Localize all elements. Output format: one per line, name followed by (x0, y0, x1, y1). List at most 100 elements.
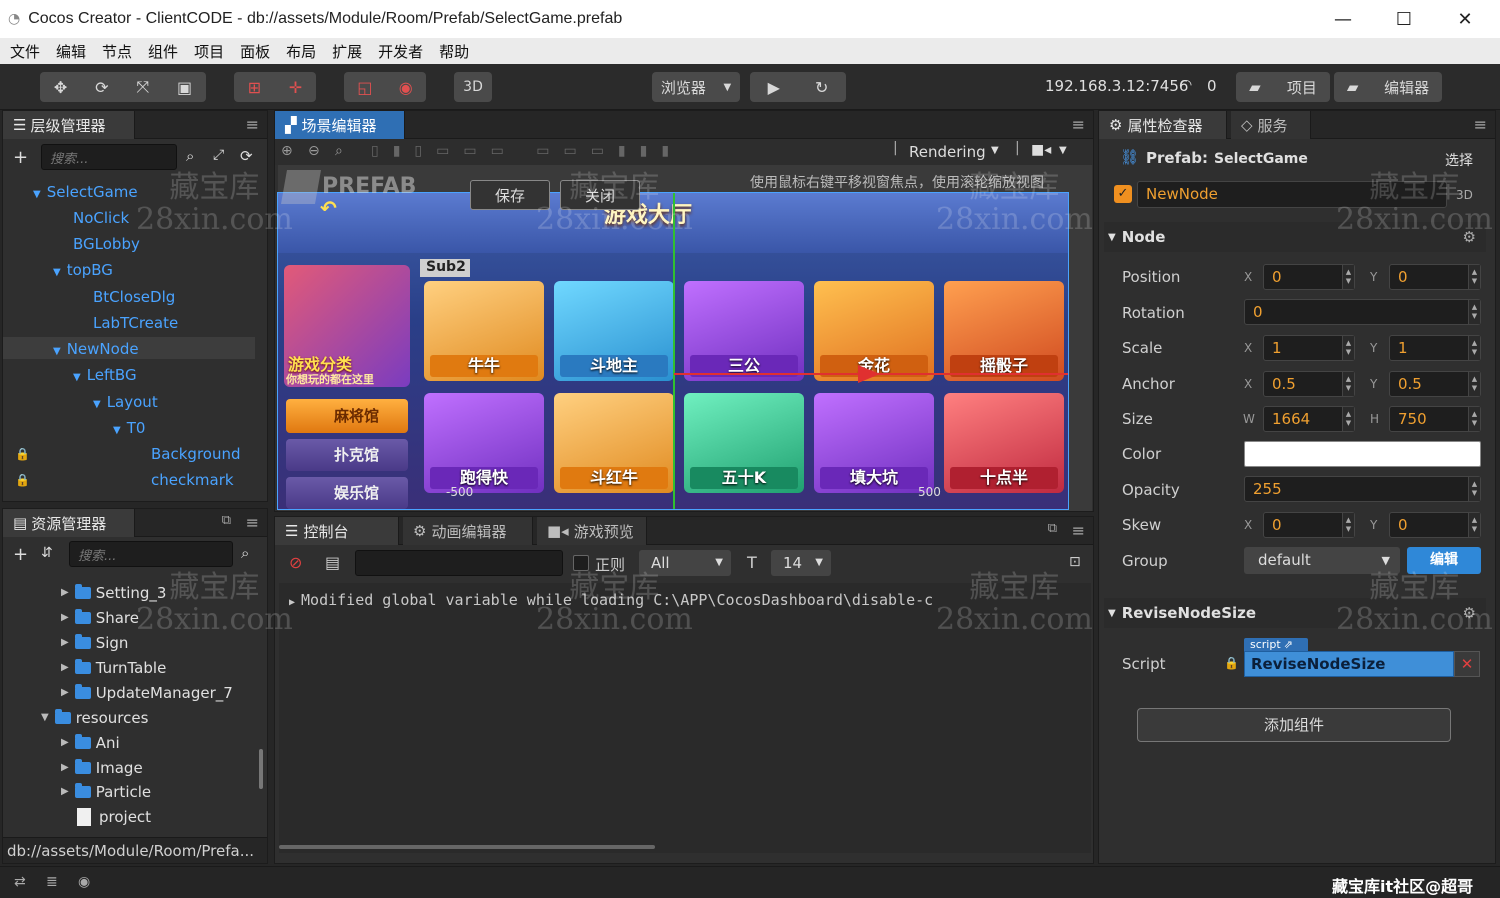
asset-folder[interactable]: ▶ Setting_3 (61, 581, 166, 605)
align-tools-icon[interactable]: ▯▮▯▭▭▭ ▭▭▭▮▮▮ (371, 143, 683, 159)
log-level-select[interactable]: All ▼ (639, 550, 731, 576)
add-node-button[interactable]: + (13, 147, 28, 168)
hierarchy-search-input[interactable]: 搜索... (41, 144, 177, 170)
console-h-scrollbar[interactable] (279, 845, 655, 849)
play-icon[interactable]: ▶ (768, 78, 780, 97)
tree-node[interactable]: ▼ SelectGame (33, 181, 138, 203)
zoom-reset-icon[interactable]: ⌕ (335, 143, 343, 159)
position-y-input[interactable]: 0 ▲ ▼ (1389, 264, 1481, 290)
tree-node[interactable]: ▼ T0 (113, 417, 145, 439)
open-log-icon[interactable]: ▤ (325, 553, 340, 572)
zoom-out-icon[interactable]: ⊖ (308, 143, 320, 159)
popout-icon[interactable]: ⧉ (1048, 521, 1057, 536)
open-project-button[interactable]: ▰ 项目 (1236, 72, 1330, 102)
badge-3d[interactable]: 3D (1456, 188, 1473, 202)
close-window-button[interactable]: ✕ (1435, 0, 1495, 38)
asset-folder[interactable]: ▼ resources (41, 706, 148, 730)
add-component-button[interactable]: 添加组件 (1137, 708, 1451, 742)
remove-script-button[interactable]: ✕ (1454, 651, 1480, 677)
tab-services[interactable]: ◇ 服务 (1231, 111, 1311, 139)
opacity-input[interactable]: 255 ▲ ▼ (1244, 476, 1481, 502)
panel-menu-icon[interactable]: ≡ (1072, 115, 1085, 134)
tab-animation[interactable]: ⚙ 动画编辑器 (403, 517, 533, 545)
tab-hierarchy[interactable]: ☰ 层级管理器 (3, 111, 135, 139)
asset-folder[interactable]: ▶ Share (61, 606, 139, 630)
browser-select[interactable]: 浏览器 ▼ (652, 72, 740, 102)
component-section-header[interactable]: ▼ ReviseNodeSize ⚙ (1104, 598, 1486, 628)
tree-node[interactable]: BGLobby (73, 233, 140, 255)
gizmo-x-arrow[interactable] (858, 365, 880, 383)
back-arrow-icon[interactable]: ↶ (320, 196, 337, 220)
panel-menu-icon[interactable]: ≡ (1072, 521, 1085, 540)
maximize-button[interactable]: ☐ (1374, 0, 1434, 38)
add-asset-button[interactable]: + (13, 544, 28, 565)
tree-node[interactable]: BtCloseDlg (93, 286, 175, 308)
menu-file[interactable]: 文件 (10, 41, 40, 62)
tree-node[interactable]: ▼ LeftBG (73, 364, 137, 386)
log-line[interactable]: ▶ Modified global variable while loading … (289, 591, 933, 609)
collapse-icon[interactable]: ⊡ (1069, 554, 1081, 570)
game-card[interactable]: 摇骰子 (944, 281, 1064, 381)
anchor-y-input[interactable]: 0.5 ▲ ▼ (1389, 371, 1481, 397)
gizmo-icon[interactable]: ◉ (399, 78, 413, 97)
popout-icon[interactable]: ⧉ (222, 513, 231, 528)
menu-component[interactable]: 组件 (148, 41, 178, 62)
tab-game-preview[interactable]: ■◂ 游戏预览 (537, 517, 647, 545)
camera-icon[interactable]: ■◂ (1031, 142, 1051, 158)
regex-checkbox[interactable] (573, 555, 589, 571)
rotation-input[interactable]: 0 ▲ ▼ (1244, 299, 1481, 325)
asset-folder[interactable]: ▶ Particle (61, 780, 151, 804)
position-x-input[interactable]: 0 ▲ ▼ (1263, 264, 1355, 290)
tree-node[interactable]: LabTCreate (93, 312, 178, 334)
panel-menu-icon[interactable]: ≡ (246, 115, 259, 134)
sort-icon[interactable]: ⇵ (41, 545, 53, 561)
prefab-save-button[interactable]: 保存 (470, 180, 550, 210)
script-asset-field[interactable]: ReviseNodeSize (1244, 651, 1454, 677)
menu-node[interactable]: 节点 (102, 41, 132, 62)
menu-extension[interactable]: 扩展 (332, 41, 362, 62)
tree-node[interactable]: ▼ Layout (93, 391, 158, 413)
gizmo-y-axis[interactable] (673, 193, 675, 509)
tab-console[interactable]: ☰ 控制台 (275, 517, 399, 545)
move-tool-icon[interactable]: ✥ (54, 78, 67, 97)
expand-icon[interactable]: ▶ (289, 597, 295, 608)
assets-scrollbar[interactable] (259, 749, 263, 789)
asset-file[interactable]: project (77, 805, 151, 829)
asset-folder[interactable]: ▶ Image (61, 756, 143, 780)
menu-developer[interactable]: 开发者 (378, 41, 423, 62)
size-w-input[interactable]: 1664 ▲ ▼ (1263, 406, 1355, 432)
menu-project[interactable]: 项目 (194, 41, 224, 62)
game-card[interactable]: 牛牛 (424, 281, 544, 381)
gear-icon[interactable]: ⚙ (1463, 228, 1476, 246)
node-section-header[interactable]: ▼ Node ⚙ (1104, 222, 1486, 252)
scale-tool-icon[interactable]: ⤧ (136, 77, 149, 97)
search-icon[interactable]: ⌕ (186, 147, 194, 165)
local-icon[interactable]: ✛ (289, 78, 302, 97)
tree-node[interactable]: Background (151, 443, 241, 465)
group-select[interactable]: default ▼ (1244, 547, 1400, 574)
tab-scene[interactable]: ▞ 场景编辑器 (275, 111, 405, 139)
tree-node[interactable]: ▼ topBG (53, 259, 113, 281)
database-icon[interactable]: ≣ (46, 874, 58, 890)
asset-folder[interactable]: ▶ UpdateManager_7 (61, 681, 233, 705)
pivot-icon[interactable]: ⊞ (248, 78, 261, 97)
script-tag[interactable]: script ⇗ (1244, 638, 1308, 652)
locate-icon[interactable]: ⤢ (213, 147, 224, 163)
menu-poker[interactable]: 扑克馆 (286, 439, 408, 471)
prefab-canvas[interactable]: 游戏大厅 Sub2 游戏分类 你想玩的都在这里 麻将馆 扑克馆 娱乐馆 牛牛 斗… (277, 192, 1069, 510)
menu-panel[interactable]: 面板 (240, 41, 270, 62)
prefab-close-button[interactable]: 关闭 (560, 180, 640, 210)
scale-y-input[interactable]: 1 ▲ ▼ (1389, 335, 1481, 361)
game-card[interactable]: 填大坑 (814, 393, 934, 493)
lock-icon[interactable]: 🔒 (15, 447, 30, 461)
gizmo-y-arrow[interactable] (664, 192, 684, 193)
font-size-select[interactable]: 14 ▼ (771, 550, 831, 576)
game-card[interactable]: 三公 (684, 281, 804, 381)
panel-menu-icon[interactable]: ≡ (1474, 115, 1487, 134)
menu-mahjong[interactable]: 麻将馆 (286, 399, 408, 433)
skew-y-input[interactable]: 0 ▲ ▼ (1389, 512, 1481, 538)
menu-help[interactable]: 帮助 (439, 41, 469, 62)
prefab-select-button[interactable]: 选择 (1445, 150, 1473, 170)
clear-console-icon[interactable]: ⊘ (289, 553, 302, 572)
search-icon[interactable]: ⌕ (241, 544, 249, 562)
